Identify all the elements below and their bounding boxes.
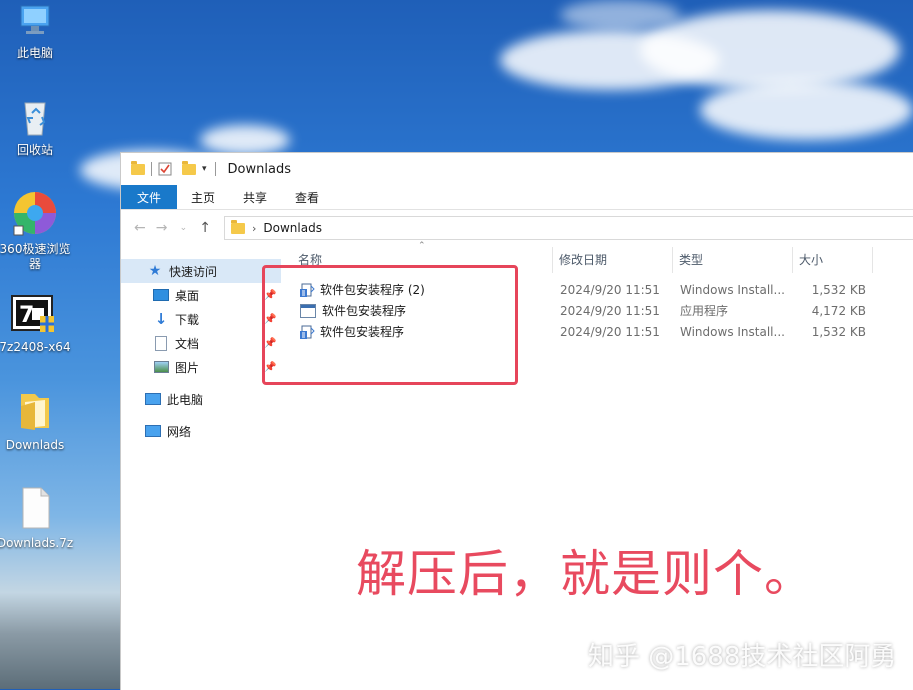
7zip-installer-icon: 7 xyxy=(11,295,54,332)
file-modified: 2024/9/20 11:51 xyxy=(560,324,660,339)
recycle-bin-icon xyxy=(24,102,46,136)
download-arrow-icon: ↓ xyxy=(154,310,168,328)
folder-icon xyxy=(21,394,49,430)
nav-label: 下载 xyxy=(175,312,200,327)
column-divider[interactable] xyxy=(872,247,873,273)
computer-icon xyxy=(20,5,50,34)
column-header-type[interactable]: 类型 xyxy=(673,243,703,275)
column-header-size[interactable]: 大小 xyxy=(793,243,823,275)
file-type: Windows Install... xyxy=(680,282,785,297)
desktop-icon xyxy=(153,288,169,302)
browser-360-icon xyxy=(13,192,56,236)
nav-network[interactable]: 网络 xyxy=(121,419,281,443)
tab-view[interactable]: 查看 xyxy=(281,185,333,209)
desktop-icon-recycle-bin[interactable]: 回收站 xyxy=(0,95,74,158)
nav-label: 文档 xyxy=(175,336,200,351)
title-bar: ▾ Downlads xyxy=(121,153,913,185)
nav-downloads[interactable]: ↓ 下载 📌 xyxy=(121,307,281,331)
desktop-icon-label: 7z2408-x64 xyxy=(0,340,71,354)
chevron-down-icon[interactable]: ▾ xyxy=(202,164,207,174)
nav-documents[interactable]: 文档 📌 xyxy=(121,331,281,355)
file-size: 4,172 KB xyxy=(811,303,866,318)
nav-label: 快速访问 xyxy=(169,264,218,279)
nav-label: 图片 xyxy=(175,360,200,375)
nav-label: 桌面 xyxy=(175,288,200,303)
desktop-icon-7zip[interactable]: 7 7z2408-x64 xyxy=(0,294,74,355)
nav-label: 网络 xyxy=(167,424,192,439)
file-icon xyxy=(22,487,50,529)
window-title: Downlads xyxy=(227,161,291,177)
sort-ascending-icon: ⌃ xyxy=(418,241,426,251)
up-arrow-icon[interactable]: ↑ xyxy=(194,220,216,236)
highlight-box xyxy=(262,265,518,385)
back-arrow-icon[interactable]: ← xyxy=(129,220,151,236)
desktop-icon-downlads-7z[interactable]: Downlads.7z xyxy=(0,486,74,551)
nav-desktop[interactable]: 桌面 📌 xyxy=(121,283,281,307)
folder-icon xyxy=(131,160,145,175)
ribbon-tabs: 文件 主页 共享 查看 xyxy=(121,185,913,210)
file-size: 1,532 KB xyxy=(811,282,866,297)
annotation-text: 解压后，就是则个。 xyxy=(356,545,815,603)
file-type: Windows Install... xyxy=(680,324,785,339)
tab-share[interactable]: 共享 xyxy=(229,185,281,209)
desktop-icon-downlads-folder[interactable]: Downlads xyxy=(0,388,74,453)
forward-arrow-icon[interactable]: → xyxy=(151,220,173,236)
file-size: 1,532 KB xyxy=(811,324,866,339)
address-bar[interactable]: › Downlads xyxy=(224,216,913,240)
file-modified: 2024/9/20 11:51 xyxy=(560,282,660,297)
breadcrumb-current[interactable]: Downlads xyxy=(263,221,322,235)
sky-clouds xyxy=(0,0,913,190)
desktop-icon-this-pc[interactable]: 此电脑 xyxy=(0,0,74,61)
divider xyxy=(214,162,216,176)
picture-icon xyxy=(153,360,169,374)
file-type: 应用程序 xyxy=(680,304,729,318)
desktop-icon-label: 360极速浏览器 xyxy=(0,242,71,271)
column-header-modified[interactable]: 修改日期 xyxy=(553,243,607,275)
nav-this-pc[interactable]: 此电脑 xyxy=(121,387,281,411)
folder-icon xyxy=(231,219,245,234)
watermark-text: 知乎 @1688技术社区阿勇 xyxy=(588,642,897,672)
desktop-icon-label: 此电脑 xyxy=(16,46,53,60)
computer-icon xyxy=(145,392,161,406)
nav-label: 此电脑 xyxy=(167,392,204,407)
desktop-icon-label: Downlads.7z xyxy=(0,536,74,550)
desktop-icon-label: Downlads xyxy=(5,438,65,452)
nav-quick-access[interactable]: ★ 快速访问 xyxy=(121,259,281,283)
tab-file[interactable]: 文件 xyxy=(121,185,178,209)
properties-icon[interactable] xyxy=(158,162,172,176)
star-icon: ★ xyxy=(148,263,162,279)
desktop-icon-label: 回收站 xyxy=(16,143,53,157)
breadcrumb-chevron-icon[interactable]: › xyxy=(252,222,256,235)
new-folder-icon[interactable] xyxy=(182,160,196,175)
document-icon xyxy=(153,335,169,351)
tab-home[interactable]: 主页 xyxy=(177,185,229,209)
address-row: ← → ⌄ ↑ › Downlads xyxy=(121,210,913,246)
file-modified: 2024/9/20 11:51 xyxy=(560,303,660,318)
network-icon xyxy=(145,424,161,438)
nav-pictures[interactable]: 图片 📌 xyxy=(121,355,281,379)
desktop-icon-360-browser[interactable]: 360极速浏览器 xyxy=(0,190,74,272)
file-explorer-window: ▾ Downlads 文件 主页 共享 查看 ← → ⌄ ↑ › Downlad… xyxy=(120,152,913,690)
recent-chevron-icon[interactable]: ⌄ xyxy=(173,223,195,233)
navigation-pane: ★ 快速访问 桌面 📌 ↓ 下载 📌 文档 📌 图片 📌 此电脑 网络 xyxy=(121,259,281,443)
divider xyxy=(151,162,152,176)
